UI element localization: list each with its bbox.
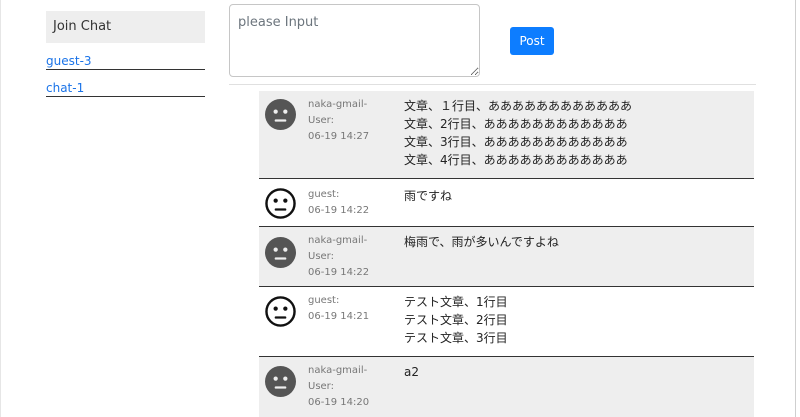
message-meta: naka-gmail- User: 06-19 14:22 (308, 233, 369, 281)
message-user: naka-gmail- (308, 235, 368, 246)
message-meta: naka-gmail- User: 06-19 14:27 (308, 97, 369, 145)
message-item: naka-gmail- User: 06-19 14:20 a2 (259, 357, 754, 417)
message-user-suffix: User: (308, 115, 334, 126)
message-line: 文章、4行目、ああああああああああああ (404, 153, 628, 167)
post-button[interactable]: Post (510, 27, 554, 55)
message-user: naka-gmail- (308, 365, 368, 376)
message-meta: guest: 06-19 14:22 (308, 187, 369, 219)
message-meta: guest: 06-19 14:21 (308, 293, 369, 325)
message-time: 06-19 14:27 (308, 131, 370, 142)
composer-divider (229, 84, 756, 85)
message-user-suffix: User: (308, 381, 334, 392)
message-time: 06-19 14:20 (308, 397, 370, 408)
message-body: a2 (404, 363, 419, 381)
message-line: a2 (404, 365, 419, 379)
message-user: guest: (308, 189, 340, 200)
message-list: naka-gmail- User: 06-19 14:27 文章、１行目、あああ… (259, 91, 754, 417)
message-time: 06-19 14:21 (308, 311, 370, 322)
message-line: テスト文章、2行目 (404, 313, 508, 327)
room-link-guest-3[interactable]: guest-3 (46, 53, 205, 70)
room-link-chat-1[interactable]: chat-1 (46, 80, 205, 97)
message-line: 文章、3行目、ああああああああああああ (404, 135, 628, 149)
message-line: テスト文章、3行目 (404, 331, 508, 345)
message-user: guest: (308, 295, 340, 306)
message-body: 雨ですね (404, 187, 452, 205)
message-line: 文章、2行目、ああああああああああああ (404, 117, 628, 131)
message-item: naka-gmail- User: 06-19 14:22 梅雨で、雨が多いんで… (259, 227, 754, 287)
neutral-face-outline-icon (265, 296, 296, 327)
message-line: 雨ですね (404, 189, 453, 203)
message-user: naka-gmail- (308, 99, 368, 110)
message-body: テスト文章、1行目 テスト文章、2行目 テスト文章、3行目 (404, 293, 508, 347)
message-body: 梅雨で、雨が多いんですよね (404, 233, 559, 251)
message-line: 梅雨で、雨が多いんですよね (404, 235, 559, 249)
message-user-suffix: User: (308, 251, 334, 262)
neutral-face-icon (265, 99, 296, 130)
message-time: 06-19 14:22 (308, 267, 370, 278)
sidebar: Join Chat guest-3 chat-1 (46, 11, 205, 97)
neutral-face-icon (265, 237, 296, 268)
message-item: guest: 06-19 14:21 テスト文章、1行目 テスト文章、2行目 テ… (259, 287, 754, 357)
message-meta: naka-gmail- User: 06-19 14:20 (308, 363, 369, 411)
message-line: テスト文章、1行目 (404, 295, 508, 309)
message-input[interactable] (229, 4, 480, 77)
message-time: 06-19 14:22 (308, 205, 370, 216)
neutral-face-icon (265, 366, 296, 397)
join-chat-header: Join Chat (46, 11, 205, 43)
message-line: 文章、１行目、ああああああああああああ (404, 99, 633, 113)
neutral-face-outline-icon (265, 188, 296, 219)
message-item: guest: 06-19 14:22 雨ですね (259, 179, 754, 227)
message-item: naka-gmail- User: 06-19 14:27 文章、１行目、あああ… (259, 91, 754, 179)
message-body: 文章、１行目、ああああああああああああ 文章、2行目、ああああああああああああ … (404, 97, 632, 169)
